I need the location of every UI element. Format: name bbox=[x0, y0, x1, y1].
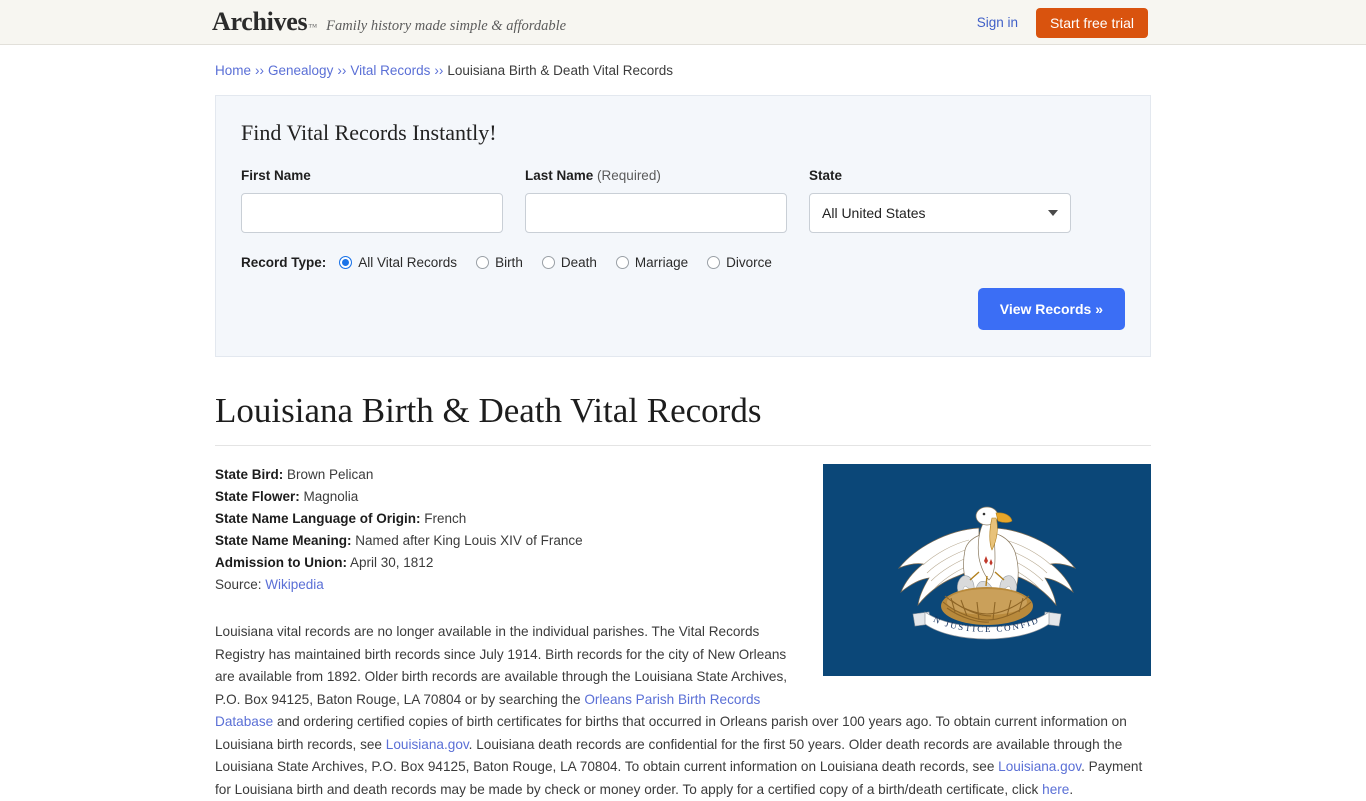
state-select-wrapper: All United States bbox=[809, 193, 1071, 233]
radio-option-birth[interactable]: Birth bbox=[476, 255, 523, 270]
radio-icon-death[interactable] bbox=[541, 256, 555, 269]
body-text-segment-5: . bbox=[1069, 781, 1074, 797]
fact-label: State Bird: bbox=[215, 467, 284, 483]
radio-label-death: Death bbox=[560, 255, 597, 270]
fact-label: State Name Meaning: bbox=[215, 533, 352, 549]
trademark-symbol: ™ bbox=[308, 22, 318, 32]
radio-label-marriage: Marriage bbox=[634, 255, 689, 270]
state-select[interactable]: All United States bbox=[809, 193, 1071, 233]
radio-icon-all-vital-records[interactable] bbox=[339, 256, 353, 269]
view-records-button[interactable]: View Records » bbox=[977, 288, 1125, 330]
title-divider bbox=[215, 445, 1151, 447]
source-label: Source: bbox=[215, 577, 262, 593]
radio-icon-birth[interactable] bbox=[476, 256, 490, 269]
fact-label: State Name Language of Origin: bbox=[215, 511, 421, 527]
record-type-label: Record Type: bbox=[241, 255, 327, 270]
fact-label: Admission to Union: bbox=[215, 555, 347, 571]
page-container: Home ›› Genealogy ›› Vital Records ›› Louisian… bbox=[215, 45, 1151, 801]
louisiana-gov-link-birth[interactable]: Louisiana.gov bbox=[386, 737, 469, 752]
first-name-label: First Name bbox=[241, 168, 311, 183]
certificate-here-link[interactable]: here bbox=[1042, 782, 1069, 797]
first-name-field-group: First Name bbox=[241, 168, 503, 233]
chevron-down-icon bbox=[1048, 210, 1058, 216]
fact-value: Magnolia bbox=[303, 489, 359, 505]
search-submit-row: View Records » bbox=[241, 288, 1125, 330]
brand[interactable]: Archives ™ Family history made simple & a… bbox=[212, 9, 566, 35]
brand-logo-text: Archives bbox=[212, 7, 308, 36]
breadcrumb-item-genealogy[interactable]: Genealogy bbox=[268, 63, 333, 78]
breadcrumb: Home ›› Genealogy ›› Vital Records ›› Louisian… bbox=[215, 45, 1151, 78]
louisiana-state-flag-image: UNION JUSTICE CONFIDENCE bbox=[823, 464, 1151, 677]
radio-option-divorce[interactable]: Divorce bbox=[707, 255, 772, 270]
sign-in-link[interactable]: Sign in bbox=[977, 15, 1018, 30]
radio-option-marriage[interactable]: Marriage bbox=[615, 255, 689, 270]
fact-value: April 30, 1812 bbox=[350, 555, 434, 571]
breadcrumb-item-home[interactable]: Home bbox=[215, 63, 251, 78]
state-field-group: State All United States bbox=[809, 168, 1071, 233]
record-type-row: Record Type: All Vital Records Birth Dea… bbox=[241, 255, 1125, 270]
breadcrumb-separator: ›› bbox=[255, 63, 265, 78]
radio-label-birth: Birth bbox=[495, 255, 523, 270]
breadcrumb-item-vital-records[interactable]: Vital Records bbox=[350, 63, 430, 78]
last-name-label: Last Name (Required) bbox=[525, 168, 787, 183]
louisiana-gov-link-death[interactable]: Louisiana.gov bbox=[998, 759, 1081, 774]
flag-svg: UNION JUSTICE CONFIDENCE bbox=[823, 464, 1151, 677]
source-wikipedia-link[interactable]: Wikipedia bbox=[265, 577, 324, 592]
last-name-required-note: (Required) bbox=[597, 168, 661, 183]
radio-label-all-vital-records: All Vital Records bbox=[358, 255, 458, 270]
radio-option-death[interactable]: Death bbox=[541, 255, 597, 270]
breadcrumb-separator: ›› bbox=[337, 63, 347, 78]
vital-records-search-panel: Find Vital Records Instantly! First Name… bbox=[215, 95, 1151, 357]
brand-tagline: Family history made simple & affordable bbox=[326, 18, 567, 34]
state-label: State bbox=[809, 168, 843, 183]
article-content: UNION JUSTICE CONFIDENCE State Bird: Bro… bbox=[215, 464, 1151, 801]
radio-icon-marriage[interactable] bbox=[615, 256, 629, 269]
fact-value: Brown Pelican bbox=[287, 467, 374, 483]
last-name-field-group: Last Name (Required) bbox=[525, 168, 787, 233]
search-fields-row: First Name Last Name (Required) State Al… bbox=[241, 168, 1125, 233]
fact-label: State Flower: bbox=[215, 489, 300, 505]
last-name-label-text: Last Name bbox=[525, 168, 594, 183]
header-actions: Sign in Start free trial bbox=[977, 0, 1148, 45]
radio-option-all-vital-records[interactable]: All Vital Records bbox=[339, 255, 457, 270]
site-header: Archives ™ Family history made simple & a… bbox=[0, 0, 1366, 45]
first-name-input[interactable] bbox=[241, 193, 503, 233]
breadcrumb-separator: ›› bbox=[434, 63, 444, 78]
fact-value: French bbox=[424, 511, 467, 527]
page-title: Louisiana Birth & Death Vital Records bbox=[215, 391, 762, 430]
search-panel-title: Find Vital Records Instantly! bbox=[241, 120, 497, 145]
breadcrumb-item-current: Louisiana Birth & Death Vital Records bbox=[447, 63, 673, 78]
start-free-trial-button[interactable]: Start free trial bbox=[1035, 7, 1148, 38]
last-name-input[interactable] bbox=[525, 193, 787, 233]
radio-icon-divorce[interactable] bbox=[707, 256, 721, 269]
fact-value: Named after King Louis XIV of France bbox=[355, 533, 583, 549]
radio-label-divorce: Divorce bbox=[726, 255, 772, 270]
